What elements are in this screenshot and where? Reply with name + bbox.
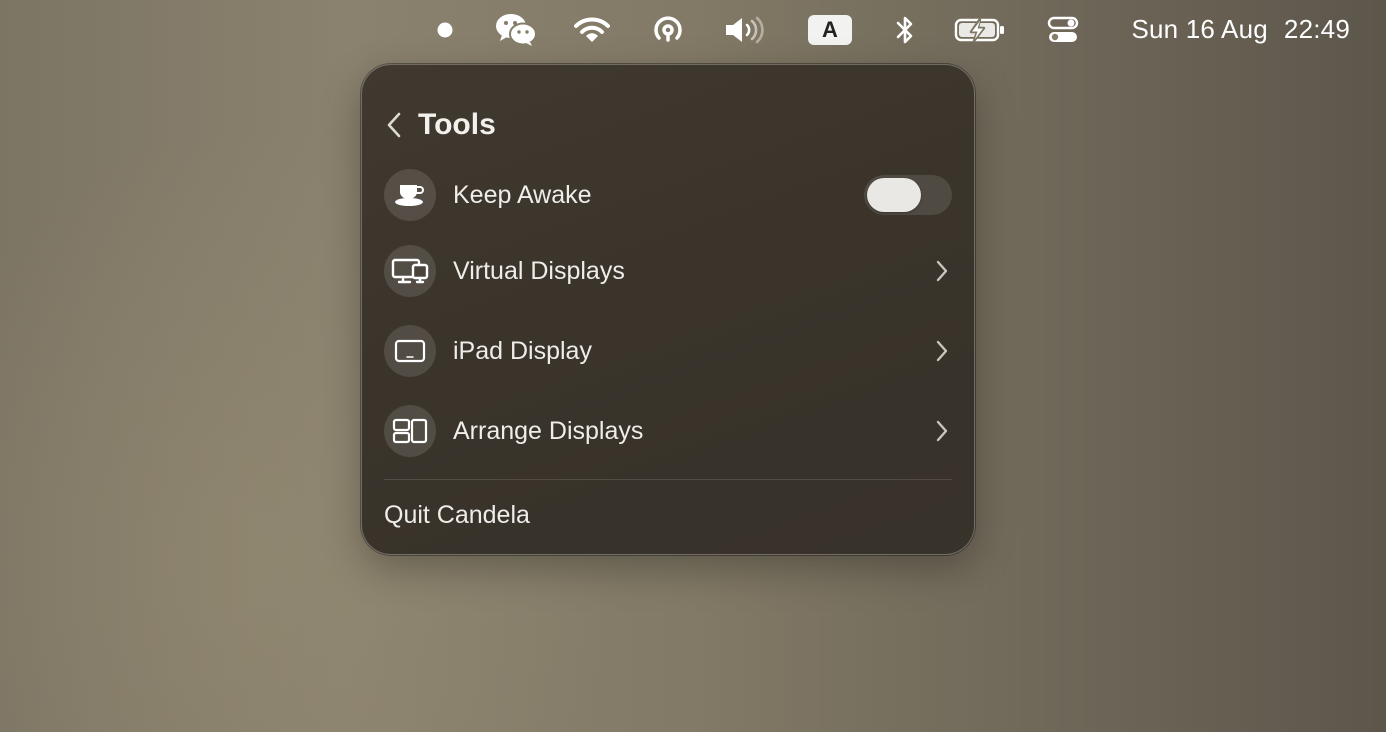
chevron-left-icon	[387, 112, 401, 138]
ipad-display-row[interactable]: iPad Display	[384, 324, 952, 378]
keep-awake-toggle[interactable]	[864, 175, 952, 215]
ipad-icon	[384, 325, 436, 377]
chevron-right-icon	[932, 256, 952, 286]
wechat-icon[interactable]	[492, 8, 540, 52]
cup-icon	[384, 169, 436, 221]
dot-status-icon[interactable]	[432, 8, 458, 52]
battery-charging-icon[interactable]	[952, 8, 1008, 52]
clock-time: 22:49	[1283, 13, 1350, 44]
arrange-displays-icon	[384, 405, 436, 457]
divider	[384, 479, 952, 480]
volume-icon[interactable]	[720, 8, 768, 52]
keep-awake-label: Keep Awake	[453, 180, 592, 209]
airdrop-icon[interactable]	[648, 8, 688, 52]
bluetooth-icon[interactable]	[890, 8, 920, 52]
displays-icon	[384, 245, 436, 297]
back-button[interactable]	[384, 109, 404, 141]
ipad-display-label: iPad Display	[453, 336, 592, 365]
panel-title: Tools	[418, 108, 496, 141]
quit-candela-button[interactable]: Quit Candela	[384, 495, 530, 535]
panel-header: Tools	[384, 105, 496, 145]
chevron-right-icon	[932, 336, 952, 366]
arrange-displays-row[interactable]: Arrange Displays	[384, 404, 952, 458]
tools-popover: Tools Keep Awake Virtual Displays iPad D…	[361, 64, 975, 555]
arrange-displays-label: Arrange Displays	[453, 416, 644, 445]
keep-awake-row[interactable]: Keep Awake	[384, 168, 952, 222]
chevron-right-icon	[932, 416, 952, 446]
wifi-icon[interactable]	[570, 8, 614, 52]
input-source-icon[interactable]: A	[807, 8, 853, 52]
menubar-clock[interactable]: Sun 16 Aug 22:49	[1131, 12, 1350, 46]
input-source-badge: A	[808, 15, 852, 45]
menu-bar: A Sun 16 Aug 22:49	[0, 0, 1386, 60]
clock-date: Sun 16 Aug	[1131, 13, 1268, 44]
control-center-icon[interactable]	[1042, 8, 1084, 52]
virtual-displays-row[interactable]: Virtual Displays	[384, 244, 952, 298]
virtual-displays-label: Virtual Displays	[453, 256, 625, 285]
toggle-knob	[867, 178, 921, 212]
